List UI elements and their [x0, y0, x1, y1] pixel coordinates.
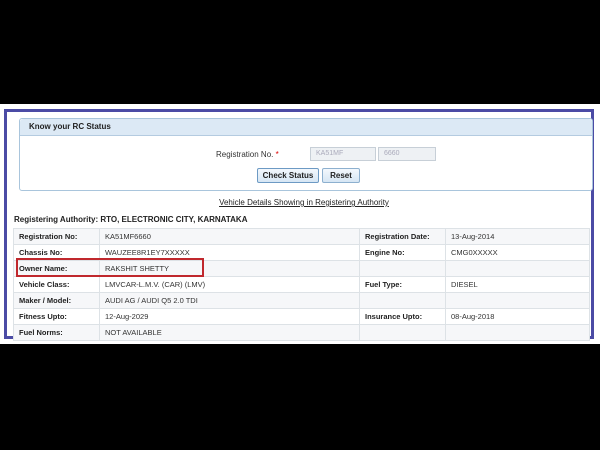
row-label: Vehicle Class:: [13, 276, 100, 293]
content-frame: Know your RC Status Registration No. * K…: [4, 109, 594, 341]
row-label: Fuel Type:: [359, 276, 446, 293]
row-value: AUDI AG / AUDI Q5 2.0 TDI: [99, 292, 360, 309]
row-value: WAUZEE8R1EY7XXXXX: [99, 244, 360, 261]
row-value: 12-Aug-2029: [99, 308, 360, 325]
page-sheet: Know your RC Status Registration No. * K…: [0, 104, 600, 344]
row-value: 08-Aug-2018: [445, 308, 590, 325]
vehicle-details-table: Registration No: KA51MF6660 Registration D…: [13, 228, 590, 341]
row-value: NOT AVAILABLE: [99, 324, 360, 341]
table-row: Maker / Model: AUDI AG / AUDI Q5 2.0 TDI: [13, 292, 590, 309]
table-row: Vehicle Class: LMVCAR-L.M.V. (CAR) (LMV) F…: [13, 276, 590, 293]
row-value: 13-Aug-2014: [445, 228, 590, 245]
row-label: Engine No:: [359, 244, 446, 261]
row-label: [359, 260, 446, 277]
panel-title: Know your RC Status: [20, 119, 592, 136]
details-caption: Vehicle Details Showing in Registering A…: [219, 198, 389, 207]
row-value: LMVCAR-L.M.V. (CAR) (LMV): [99, 276, 360, 293]
table-row: Registration No: KA51MF6660 Registration D…: [13, 228, 590, 245]
row-value: DIESEL: [445, 276, 590, 293]
row-label: Maker / Model:: [13, 292, 100, 309]
row-label: Registration No:: [13, 228, 100, 245]
row-value: CMG0XXXXX: [445, 244, 590, 261]
content-area: Know your RC Status Registration No. * K…: [9, 114, 593, 341]
registering-authority: Registering Authority: RTO, ELECTRONIC C…: [14, 215, 248, 224]
row-value: RAKSHIT SHETTY: [99, 260, 360, 277]
row-value: [445, 324, 590, 341]
reset-button[interactable]: Reset: [322, 168, 360, 183]
row-value: [445, 292, 590, 309]
table-row: Chassis No: WAUZEE8R1EY7XXXXX Engine No: CM…: [13, 244, 590, 261]
check-status-button[interactable]: Check Status: [257, 168, 319, 183]
row-label: [359, 324, 446, 341]
row-label: Chassis No:: [13, 244, 100, 261]
row-label: Registration Date:: [359, 228, 446, 245]
required-mark: *: [275, 150, 279, 159]
rc-status-panel: Know your RC Status Registration No. * K…: [19, 118, 593, 191]
row-label: Fuel Norms:: [13, 324, 100, 341]
row-value: [445, 260, 590, 277]
table-row: Fuel Norms: NOT AVAILABLE: [13, 324, 590, 341]
registration-label: Registration No. *: [216, 150, 279, 159]
row-label: Insurance Upto:: [359, 308, 446, 325]
table-row: Fitness Upto: 12-Aug-2029 Insurance Upto: 0…: [13, 308, 590, 325]
row-label: [359, 292, 446, 309]
registration-part2-input[interactable]: 6660: [378, 147, 436, 161]
registration-part1-input[interactable]: KA51MF: [310, 147, 376, 161]
table-row: Owner Name: RAKSHIT SHETTY: [13, 260, 590, 277]
registration-label-text: Registration No.: [216, 150, 274, 159]
row-label: Fitness Upto:: [13, 308, 100, 325]
row-label: Owner Name:: [13, 260, 100, 277]
row-value: KA51MF6660: [99, 228, 360, 245]
